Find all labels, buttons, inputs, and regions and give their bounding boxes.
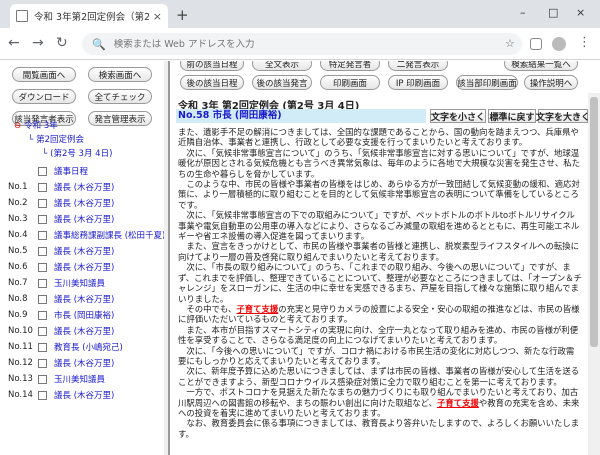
browser-menu-icon[interactable]: ⋮ [578, 35, 591, 50]
minimize-icon[interactable]: – [520, 6, 526, 19]
list-item[interactable]: No.7 玉川美知議員 [8, 275, 168, 291]
search-hit: 子育て支援 [236, 303, 279, 314]
speech-paragraph: また、宣言をきっかけとして、市民の皆様や事業者の皆様と連携し、脱炭素型ライフスタ… [178, 241, 580, 262]
download-button[interactable]: ダウンロード [12, 89, 76, 104]
address-bar: ← → ↻ 🔍 ☆ ⋮ [0, 28, 600, 60]
row-checkbox[interactable] [38, 214, 47, 224]
speech-paragraph: 次に、新年度予算に込めた思いにつきましては、まずは市民の皆様、事業者の皆様が安心… [178, 366, 580, 387]
row-checkbox[interactable] [38, 246, 47, 256]
new-tab-icon[interactable]: + [176, 6, 189, 24]
maximize-icon[interactable]: □ [548, 6, 558, 19]
list-item[interactable]: No.12 議長 (木谷万里) [8, 355, 168, 371]
search-screen-button[interactable]: 検索画面へ [88, 67, 152, 82]
speech-paragraph: 次に、「市長の取り組みについて」のうち、「これまでの取り組み、今後への思いについ… [178, 262, 582, 304]
close-window-icon[interactable]: × [576, 6, 585, 19]
row-checkbox[interactable] [38, 182, 47, 192]
tree-session[interactable]: └ 第2回定例会 [28, 133, 84, 145]
list-item[interactable]: No.13 玉川美知議員 [8, 371, 168, 387]
tree-issue[interactable]: └ (第2号 3月 4日) [42, 147, 112, 159]
check-all-button[interactable]: 全てチェック [88, 89, 152, 104]
omnibox[interactable]: 🔍 [82, 33, 522, 55]
tree-session-label: 第2回定例会 [36, 135, 85, 145]
row-checkbox[interactable] [38, 198, 47, 208]
full-text-button[interactable]: 全文表示 [252, 61, 312, 71]
list-item[interactable]: 議事日程 [8, 163, 168, 179]
list-item[interactable]: No.4 議事総務課副課長 (松田千夏) [8, 227, 168, 243]
row-checkbox[interactable] [38, 310, 47, 320]
list-item[interactable]: No.11 教育長 (小嶋宛己) [8, 339, 168, 355]
bookmark-star-icon[interactable]: ☆ [505, 37, 515, 50]
list-item[interactable]: No.5 議長 (木谷万里) [8, 243, 168, 259]
row-checkbox[interactable] [38, 358, 47, 368]
browser-tab-bar: 令和 3年第2回定例会（第2号 3月 × + – □ × [0, 0, 600, 28]
row-checkbox[interactable] [38, 294, 47, 304]
tree-root[interactable]: ⊖ 令和 3年 [14, 119, 58, 131]
row-checkbox[interactable] [38, 262, 47, 272]
page-favicon-icon [16, 10, 28, 22]
list-item[interactable]: No.8 議長 (木谷万里) [8, 291, 168, 307]
extensions-icon[interactable] [530, 38, 542, 50]
view-screen-button[interactable]: 閲覧画面へ [12, 67, 76, 82]
speech-paragraph: 次に、「気候非常事態宣言について」のうち、「気候非常事態宣言に対する思いについて… [178, 147, 580, 179]
back-icon[interactable]: ← [8, 35, 20, 51]
speech-paragraph: なお、教育委員会に係る事項につきましては、教育長より答弁いたしますので、よろしく… [178, 418, 580, 439]
help-button[interactable]: 操作説明へ [524, 75, 578, 90]
text-larger-button[interactable]: 文字を大きく [536, 109, 590, 123]
two-speech-button[interactable]: 二発言表示 [388, 61, 448, 71]
left-scrollbar[interactable] [164, 61, 168, 455]
list-item[interactable]: No.1 議長 (木谷万里) [8, 179, 168, 195]
text-smaller-button[interactable]: 文字を小さく [430, 109, 486, 123]
search-hit: 子育て支援 [436, 397, 479, 408]
right-pane: 前の該当日程 全文表示 特定発言者 二発言表示 検索結果一覧へ 後の該当日程 後… [172, 61, 600, 455]
list-item[interactable]: No.2 議長 (木谷万里) [8, 195, 168, 211]
speech-paragraph: また、本市が目指すスマートシティの実現に向け、全庁一丸となって取り組みを進め、市… [178, 324, 579, 346]
close-tab-icon[interactable]: × [153, 10, 162, 23]
forward-icon[interactable]: → [32, 35, 44, 51]
reload-icon[interactable]: ↻ [56, 35, 68, 51]
list-item[interactable]: No.9 市長 (岡田康裕) [8, 307, 168, 323]
search-results-button[interactable]: 検索結果一覧へ [504, 61, 578, 71]
list-item[interactable]: No.14 議長 (木谷万里) [8, 387, 168, 403]
speech-paragraph-highlight: その中でも、子育て支援の充実と見守りカメラの設置による安全・安心の取組の推進など… [178, 303, 580, 325]
browser-tab[interactable]: 令和 3年第2回定例会（第2号 3月 × [10, 4, 168, 28]
section-print-button[interactable]: 該当部印刷画面 [456, 75, 518, 90]
row-checkbox[interactable] [38, 342, 47, 352]
tree-issue-label: (第2号 3月 4日) [50, 149, 113, 159]
list-item[interactable]: No.3 議長 (木谷万里) [8, 211, 168, 227]
tree-root-label: 令和 3年 [24, 121, 58, 131]
speaker-header: No.58 市長 (岡田康裕) [176, 109, 426, 123]
speech-paragraph: また、遺影手不足の解消につきましては、全国的な課題であることから、国の動向を踏ま… [178, 127, 579, 148]
right-scrollbar[interactable] [588, 93, 600, 455]
speech-paragraph: 一方で、ポストコロナを見据えた新たなまちの魅力づくりにも取り組んでまいりたいと考… [178, 387, 580, 418]
specific-speaker-button[interactable]: 特定発言者 [320, 61, 380, 71]
speech-paragraph: このような中、市民の皆様や事業者の皆様をはじめ、あらゆる方が一致団結して気候変動… [178, 179, 580, 210]
list-item[interactable]: No.6 議長 (木谷万里) [8, 259, 168, 275]
speech-paragraph: 次に、「気候非常事態宣言の下での取組みについて」ですが、ペットボトルのボトルto… [178, 210, 580, 242]
row-checkbox[interactable] [38, 230, 47, 240]
search-icon: 🔍 [92, 37, 106, 51]
ip-print-button[interactable]: IP 印刷画面 [388, 75, 448, 90]
list-item[interactable]: No.10 議長 (木谷万里) [8, 323, 168, 339]
row-checkbox[interactable] [38, 326, 47, 336]
tab-title: 令和 3年第2回定例会（第2号 3月 [34, 12, 149, 23]
next-schedule-button[interactable]: 後の該当日程 [180, 75, 244, 90]
next-speech-button[interactable]: 後の該当発言 [252, 75, 312, 90]
row-checkbox[interactable] [38, 390, 47, 400]
speech-paragraph: 次に、「今後への思いについて」ですが、コロナ禍における市民生活の変化に対応しつつ… [178, 345, 575, 366]
row-checkbox[interactable] [38, 166, 47, 176]
text-normal-button[interactable]: 標準に戻す [488, 109, 536, 123]
speech-manage-button[interactable]: 発言管理表示 [88, 111, 152, 126]
left-pane: 閲覧画面へ 検索画面へ ダウンロード 全てチェック 該当発言者表示 発言管理表示… [0, 61, 170, 455]
row-checkbox[interactable] [38, 278, 47, 288]
collapse-icon[interactable]: ⊖ [14, 121, 21, 131]
speech-text: また、遺影手不足の解消につきましては、全国的な課題であることから、国の動向を踏ま… [178, 127, 582, 451]
scrollbar-thumb[interactable] [590, 97, 598, 347]
row-checkbox[interactable] [38, 374, 47, 384]
address-input[interactable] [113, 38, 474, 50]
prev-schedule-button[interactable]: 前の該当日程 [180, 61, 244, 71]
profile-avatar[interactable] [552, 37, 566, 51]
print-screen-button[interactable]: 印刷画面 [320, 75, 380, 90]
